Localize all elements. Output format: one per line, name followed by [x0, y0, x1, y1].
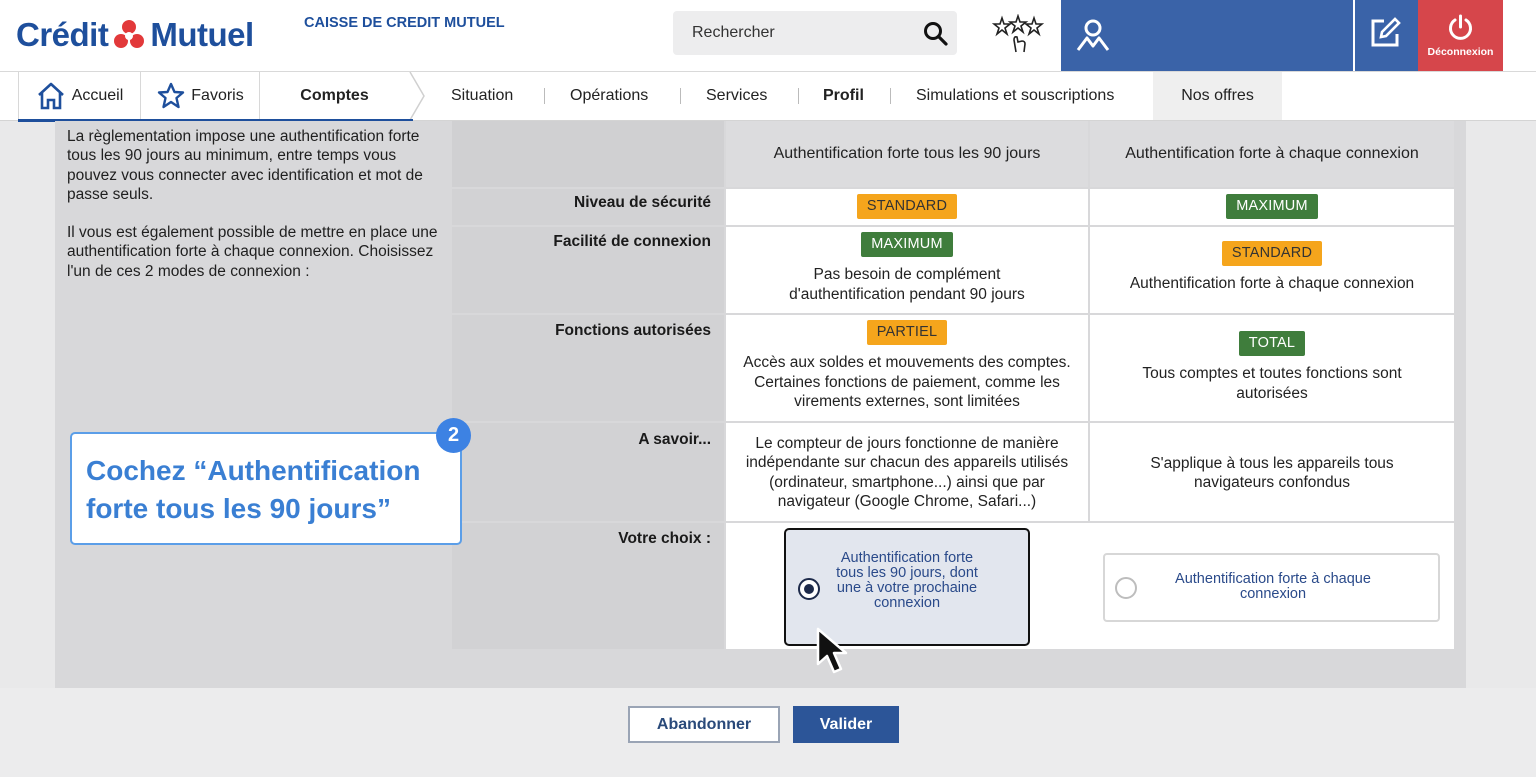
row-label-ease: Facilité de connexion	[452, 227, 724, 313]
ease-each-text: Authentification forte à chaque connexio…	[1129, 275, 1415, 293]
nav-favorites-label: Favoris	[191, 87, 244, 104]
badge-total: TOTAL	[1238, 331, 1306, 357]
brand-right: Mutuel	[150, 16, 254, 53]
row-label-choice: Votre choix :	[452, 523, 724, 649]
submit-button[interactable]: Valider	[793, 706, 899, 743]
power-icon	[1449, 14, 1472, 40]
badge-standard: STANDARD	[1221, 241, 1323, 267]
nav-home-label: Accueil	[71, 87, 124, 104]
account-bar	[1061, 0, 1418, 71]
nav-accounts-label: Comptes	[300, 87, 369, 104]
cell-to-know-90: Le compteur de jours fonctionne de maniè…	[726, 423, 1088, 521]
to-know-each-text: S'applique à tous les appareils tous nav…	[1150, 455, 1394, 492]
col-header-90-days: Authentification forte tous les 90 jours	[726, 121, 1088, 187]
row-label-security: Niveau de sécurité	[452, 189, 724, 225]
logout-label: Déconnexion	[1427, 46, 1494, 58]
col-header-each-login: Authentification forte à chaque connexio…	[1090, 121, 1454, 187]
mouse-cursor-icon	[816, 627, 848, 674]
callout-text: Cochez “Authentification forte tous les …	[86, 455, 421, 524]
cell-ease-each: STANDARD Authentification forte à chaque…	[1090, 227, 1454, 313]
search-box	[673, 11, 957, 55]
intro-text: La règlementation impose une authentific…	[67, 127, 447, 300]
table-corner	[452, 121, 724, 187]
to-know-90-text: Le compteur de jours fonctionne de maniè…	[745, 435, 1069, 510]
nav-separator	[890, 88, 891, 104]
radio-each-login[interactable]	[1115, 577, 1137, 599]
cancel-button[interactable]: Abandonner	[628, 706, 780, 743]
cell-security-90: STANDARD	[726, 189, 1088, 225]
option-each-login-label: Authentification forte à chaque connexio…	[1175, 571, 1371, 602]
cell-to-know-each: S'applique à tous les appareils tous nav…	[1090, 423, 1454, 521]
badge-maximum: MAXIMUM	[1226, 194, 1318, 220]
nav-favorites[interactable]: Favoris	[140, 72, 259, 120]
nav-offers[interactable]: Nos offres	[1153, 72, 1282, 120]
intro-paragraph-2: Il vous est également possible de mettre…	[67, 224, 438, 280]
nav-home[interactable]: Accueil	[18, 72, 140, 120]
nav-profil[interactable]: Profil	[823, 72, 864, 120]
nav-separator	[680, 88, 681, 104]
cell-ease-90: MAXIMUM Pas besoin de complément d'authe…	[726, 227, 1088, 313]
intro-paragraph-1: La règlementation impose une authentific…	[67, 128, 423, 203]
logout-button[interactable]: Déconnexion	[1418, 0, 1503, 71]
search-input[interactable]	[673, 11, 913, 55]
nav-accounts[interactable]: Comptes	[259, 72, 409, 120]
functions-90-text: Accès aux soldes et mouvements des compt…	[743, 354, 1071, 410]
main-nav: Accueil Favoris Comptes Situation Opérat…	[0, 71, 1536, 122]
ease-90-text: Pas besoin de complément d'authentificat…	[789, 266, 1025, 303]
instruction-callout: Cochez “Authentification forte tous les …	[70, 432, 462, 545]
row-label-to-know: A savoir...	[452, 423, 724, 521]
badge-partiel: PARTIEL	[866, 320, 948, 346]
caisse-name: CAISSE DE CREDIT MUTUEL	[304, 15, 505, 31]
rating-stars-icon[interactable]	[992, 14, 1044, 54]
brand-mark-icon	[114, 20, 145, 48]
nav-separator	[798, 88, 799, 104]
cell-functions-each: TOTAL Tous comptes et toutes fonctions s…	[1090, 315, 1454, 421]
option-each-login[interactable]: Authentification forte à chaque connexio…	[1103, 553, 1440, 622]
badge-standard: STANDARD	[856, 194, 958, 220]
home-icon	[37, 82, 64, 110]
option-90-days-label: Authentification forte tous les 90 jours…	[836, 550, 978, 611]
step-number-badge: 2	[436, 418, 471, 453]
user-profile-icon[interactable]	[1074, 16, 1112, 54]
nav-simulations[interactable]: Simulations et souscriptions	[916, 72, 1114, 120]
nav-separator	[544, 88, 545, 104]
credit-mutuel-logo[interactable]: Crédit Mutuel	[16, 12, 254, 58]
edit-icon[interactable]	[1368, 16, 1402, 50]
nav-operations[interactable]: Opérations	[570, 72, 648, 120]
nav-situation[interactable]: Situation	[451, 72, 513, 120]
header: Crédit Mutuel CAISSE DE CREDIT MUTUEL Re…	[0, 0, 1536, 71]
cell-security-each: MAXIMUM	[1090, 189, 1454, 225]
search-icon[interactable]	[923, 21, 949, 47]
star-icon	[158, 82, 185, 109]
badge-maximum: MAXIMUM	[861, 232, 953, 258]
brand-left: Crédit	[16, 16, 109, 53]
radio-90-days-selected[interactable]	[798, 578, 820, 600]
functions-each-text: Tous comptes et toutes fonctions sont au…	[1142, 365, 1402, 402]
nav-services[interactable]: Services	[706, 72, 767, 120]
cell-functions-90: PARTIEL Accès aux soldes et mouvements d…	[726, 315, 1088, 421]
header-divider	[1353, 0, 1355, 71]
row-label-functions: Fonctions autorisées	[452, 315, 724, 421]
nav-chevron-icon	[409, 72, 425, 120]
